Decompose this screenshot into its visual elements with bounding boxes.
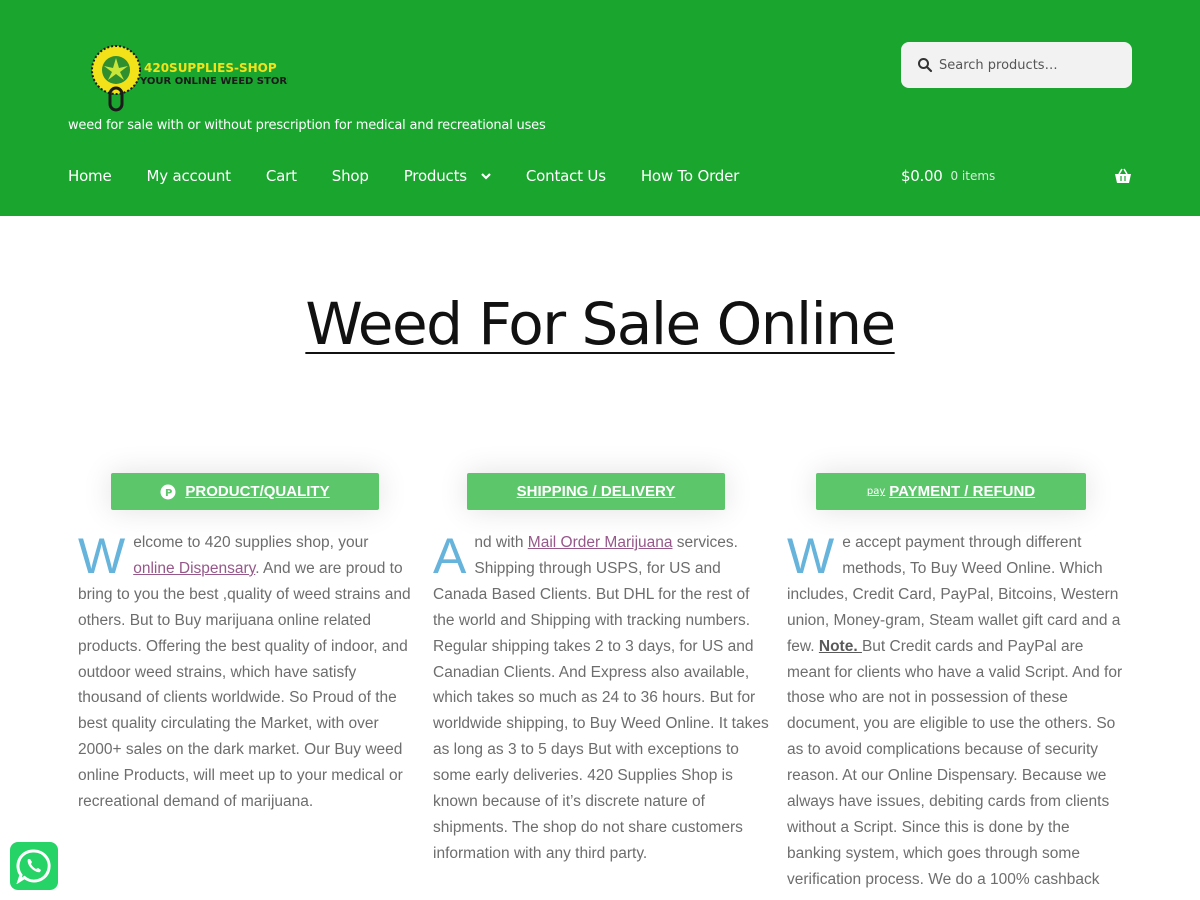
note-label: Note. [818,637,862,655]
svg-text:YOUR ONLINE WEED STORE: YOUR ONLINE WEED STORE [139,76,288,87]
nav-contact-us[interactable]: Contact Us [526,167,606,185]
nav-shop[interactable]: Shop [332,167,369,185]
search-input[interactable] [939,57,1119,73]
dropcap: A [433,528,467,584]
p-circle-icon: P [160,484,176,499]
site-header: 420SUPPLIES-SHOP YOUR ONLINE WEED STORE … [0,0,1200,216]
cart-count: 0 items [950,169,996,183]
primary-nav: Home My account Cart Shop Products Conta… [68,164,774,188]
column-payment-refund: pay PAYMENT / REFUND We accept payment t… [787,473,1123,893]
product-quality-label: PRODUCT/QUALITY [185,483,330,500]
product-quality-button[interactable]: P PRODUCT/QUALITY [111,473,379,510]
text-part: elcome to 420 supplies shop, your [133,534,369,551]
nav-home[interactable]: Home [68,167,112,185]
text-part: nd with [474,534,528,551]
search-icon [918,58,933,73]
cart-amount: $0.00 [901,167,943,185]
page-title-wrap: Weed For Sale Online [0,290,1200,358]
text-part: But Credit cards and PayPal are meant fo… [787,637,1123,888]
svg-text:420SUPPLIES-SHOP: 420SUPPLIES-SHOP [144,61,277,75]
svg-text:P: P [165,488,172,499]
payment-refund-label: PAYMENT / REFUND [889,483,1036,500]
nav-products-label: Products [403,167,467,185]
whatsapp-icon [16,849,51,884]
basket-icon [1115,168,1131,183]
nav-cart[interactable]: Cart [266,167,297,185]
search-box[interactable] [901,42,1132,88]
chevron-down-icon [481,173,491,180]
site-logo[interactable]: 420SUPPLIES-SHOP YOUR ONLINE WEED STORE [88,44,288,112]
text-part: e accept payment through different metho… [787,534,1121,655]
nav-products[interactable]: Products [404,167,491,185]
mail-order-marijuana-link[interactable]: Mail Order Marijuana [528,534,673,551]
payment-refund-button[interactable]: pay PAYMENT / REFUND [816,473,1086,510]
shipping-delivery-button[interactable]: SHIPPING / DELIVERY [467,473,725,510]
header-cart[interactable]: $0.00 0 items [901,164,1132,188]
shipping-delivery-text: And with Mail Order Marijuana services. … [433,530,769,867]
column-shipping-delivery: SHIPPING / DELIVERY And with Mail Order … [433,473,769,867]
nav-my-account[interactable]: My account [147,167,232,185]
nav-how-to-order[interactable]: How To Order [641,167,739,185]
whatsapp-button[interactable] [10,842,58,890]
shipping-delivery-label: SHIPPING / DELIVERY [516,483,676,500]
dropcap: W [78,528,126,584]
text-part: . And we are proud to bring to you the b… [78,559,411,811]
amazon-pay-icon: pay [866,486,886,497]
page-title: Weed For Sale Online [305,290,896,358]
column-product-quality: P PRODUCT/QUALITY Welcome to 420 supplie… [78,473,414,815]
dropcap: W [787,528,835,584]
payment-refund-text: We accept payment through different meth… [787,530,1123,893]
site-tagline: weed for sale with or without prescripti… [68,118,546,133]
logo-icon: 420SUPPLIES-SHOP YOUR ONLINE WEED STORE [91,45,288,112]
product-quality-text: Welcome to 420 supplies shop, your onlin… [78,530,414,815]
online-dispensary-link[interactable]: online Dispensary [133,560,255,577]
text-part: services. Shipping through USPS, for US … [433,534,769,862]
